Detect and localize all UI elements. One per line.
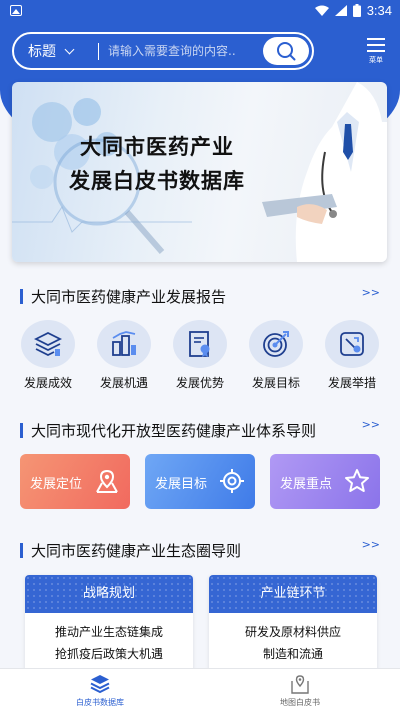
stack-icon bbox=[90, 675, 110, 694]
panel-line: 制造和流通 bbox=[262, 647, 323, 661]
search-icon bbox=[277, 42, 296, 61]
card-label: 发展重点 bbox=[280, 477, 333, 492]
panel-header: 战略规划 bbox=[25, 575, 193, 613]
document-award-icon bbox=[189, 331, 210, 357]
panel-header-label: 产业链环节 bbox=[260, 586, 326, 601]
signal-icon bbox=[334, 5, 347, 16]
section-title-ecosystem: 大同市医药健康产业生态圈导则 bbox=[20, 540, 241, 561]
icon-circle bbox=[97, 320, 151, 368]
app-header: 标题 菜单 bbox=[0, 22, 400, 82]
card-label: 发展定位 bbox=[30, 477, 83, 492]
banner-title-line1: 大同市医药产业 bbox=[80, 135, 234, 159]
report-item-effect[interactable]: 发展成效 bbox=[10, 320, 86, 392]
report-icon-grid: 发展成效 发展机遇 发展优势 发展目标 发展举措 bbox=[10, 320, 390, 392]
search-field-selector[interactable]: 标题 bbox=[28, 41, 75, 61]
battery-icon bbox=[352, 4, 361, 17]
section-title-report: 大同市医药健康产业发展报告 bbox=[20, 286, 226, 307]
menu-icon bbox=[367, 38, 385, 40]
icon-circle bbox=[173, 320, 227, 368]
report-item-goal[interactable]: 发展目标 bbox=[238, 320, 314, 392]
panel-line: 推动产业生态链集成 bbox=[54, 625, 163, 639]
buildings-chart-icon bbox=[112, 331, 136, 356]
icon-circle bbox=[249, 320, 303, 368]
status-bar: 3:34 bbox=[0, 0, 400, 22]
menu-icon-bar bbox=[367, 44, 385, 46]
menu-label: 菜单 bbox=[369, 56, 383, 64]
card-positioning[interactable]: 发展定位 bbox=[20, 454, 130, 509]
report-item-label: 发展优势 bbox=[175, 376, 224, 390]
menu-button[interactable]: 菜单 bbox=[364, 38, 388, 68]
tools-card-icon bbox=[340, 332, 364, 356]
hero-banner[interactable]: 大同市医药产业 发展白皮书数据库 bbox=[12, 82, 387, 262]
tab-label: 白皮书数据库 bbox=[76, 698, 124, 707]
map-pin-icon bbox=[291, 675, 309, 694]
report-item-advantage[interactable]: 发展优势 bbox=[162, 320, 238, 392]
chevron-down-icon bbox=[64, 44, 75, 54]
report-item-label: 发展举措 bbox=[327, 376, 376, 390]
report-item-label: 发展机遇 bbox=[99, 376, 148, 390]
section-title-system: 大同市现代化开放型医药健康产业体系导则 bbox=[20, 420, 316, 441]
icon-circle bbox=[21, 320, 75, 368]
bottom-tab-bar: 白皮书数据库 地图白皮书 bbox=[0, 668, 400, 711]
status-icons: 3:34 bbox=[314, 3, 392, 18]
search-input[interactable] bbox=[108, 39, 268, 63]
tab-label: 地图白皮书 bbox=[280, 698, 320, 707]
target-icon bbox=[263, 331, 289, 357]
report-item-opportunity[interactable]: 发展机遇 bbox=[86, 320, 162, 392]
panel-line: 抢抓疫后政策大机遇 bbox=[54, 647, 163, 661]
layers-chart-icon bbox=[34, 331, 62, 357]
card-goal[interactable]: 发展目标 bbox=[145, 454, 255, 509]
more-link-ecosystem[interactable]: >> bbox=[362, 538, 380, 551]
search-field-label: 标题 bbox=[28, 44, 56, 60]
image-notification-icon bbox=[10, 5, 22, 16]
wifi-icon bbox=[314, 5, 329, 16]
panel-header-label: 战略规划 bbox=[82, 586, 135, 601]
report-item-measures[interactable]: 发展举措 bbox=[314, 320, 390, 392]
card-focus[interactable]: 发展重点 bbox=[270, 454, 380, 509]
icon-circle bbox=[325, 320, 379, 368]
panel-header: 产业链环节 bbox=[209, 575, 377, 613]
panel-line: 研发及原材料供应 bbox=[244, 625, 341, 639]
system-cards: 发展定位 发展目标 发展重点 bbox=[20, 454, 380, 509]
location-icon bbox=[96, 469, 118, 493]
report-item-label: 发展目标 bbox=[251, 376, 300, 390]
more-link-report[interactable]: >> bbox=[362, 286, 380, 299]
crosshair-icon bbox=[220, 469, 244, 493]
search-divider bbox=[98, 43, 99, 60]
banner-title: 大同市医药产业 发展白皮书数据库 bbox=[12, 130, 302, 198]
clock: 3:34 bbox=[366, 3, 392, 18]
more-link-system[interactable]: >> bbox=[362, 418, 380, 431]
search-bar: 标题 bbox=[12, 32, 314, 70]
card-label: 发展目标 bbox=[155, 477, 208, 492]
banner-title-line2: 发展白皮书数据库 bbox=[69, 169, 245, 193]
menu-icon-bar bbox=[367, 50, 385, 52]
tab-whitepaper-database[interactable]: 白皮书数据库 bbox=[0, 669, 200, 711]
star-icon bbox=[345, 469, 369, 492]
tab-map-whitepaper[interactable]: 地图白皮书 bbox=[200, 669, 400, 711]
report-item-label: 发展成效 bbox=[23, 376, 72, 390]
search-button[interactable] bbox=[263, 37, 309, 65]
